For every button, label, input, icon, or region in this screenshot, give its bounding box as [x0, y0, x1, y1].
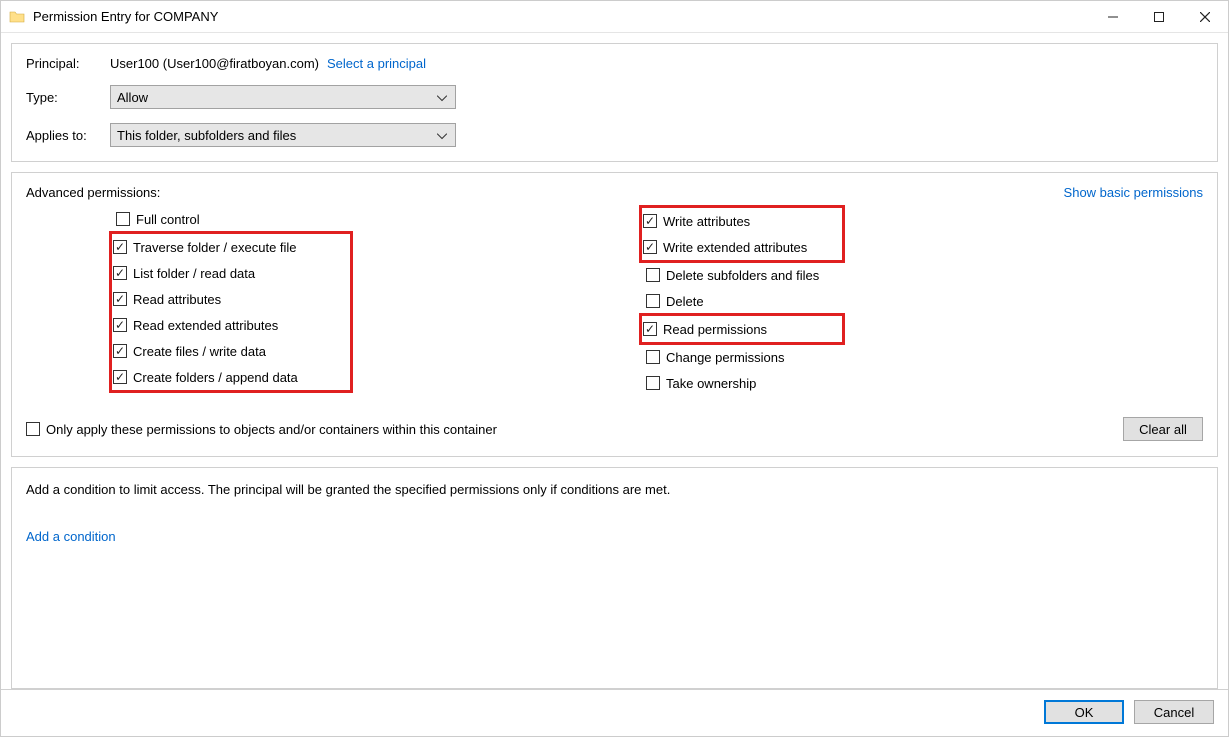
clear-all-button[interactable]: Clear all	[1123, 417, 1203, 441]
cancel-label: Cancel	[1154, 705, 1194, 720]
principal-value: User100 (User100@firatboyan.com)	[110, 56, 319, 71]
applies-to-dropdown[interactable]: This folder, subfolders and files	[110, 123, 456, 147]
highlight-right-read-permissions: Read permissions	[639, 313, 845, 345]
chevron-down-icon	[437, 128, 447, 143]
checkbox[interactable]	[113, 266, 127, 280]
add-condition-link[interactable]: Add a condition	[26, 529, 116, 544]
select-principal-link[interactable]: Select a principal	[327, 56, 426, 71]
permissions-heading: Advanced permissions:	[26, 185, 160, 200]
checkbox[interactable]	[643, 240, 657, 254]
perm-label: Create files / write data	[133, 344, 266, 359]
condition-text: Add a condition to limit access. The pri…	[26, 482, 1203, 497]
checkbox[interactable]	[113, 370, 127, 384]
window: Permission Entry for COMPANY Principal: …	[0, 0, 1229, 737]
perm-label: Traverse folder / execute file	[133, 240, 297, 255]
perm-write-attributes[interactable]: Write attributes	[642, 208, 842, 234]
perm-label: Read attributes	[133, 292, 221, 307]
perm-traverse-folder[interactable]: Traverse folder / execute file	[112, 234, 350, 260]
ok-label: OK	[1075, 705, 1094, 720]
perm-label: Take ownership	[666, 376, 756, 391]
highlight-right-group-top: Write attributes Write extended attribut…	[639, 205, 845, 263]
perm-delete-subfolders[interactable]: Delete subfolders and files	[642, 262, 842, 288]
chevron-down-icon	[437, 90, 447, 105]
checkbox[interactable]	[26, 422, 40, 436]
checkbox[interactable]	[113, 292, 127, 306]
perm-label: Create folders / append data	[133, 370, 298, 385]
perm-full-control[interactable]: Full control	[112, 206, 612, 232]
perm-change-permissions[interactable]: Change permissions	[642, 344, 842, 370]
cancel-button[interactable]: Cancel	[1134, 700, 1214, 724]
clear-all-label: Clear all	[1139, 422, 1187, 437]
show-basic-permissions-link[interactable]: Show basic permissions	[1064, 185, 1203, 200]
perm-label: Write attributes	[663, 214, 750, 229]
checkbox[interactable]	[646, 268, 660, 282]
perm-label: Write extended attributes	[663, 240, 807, 255]
type-label: Type:	[26, 90, 110, 105]
checkbox[interactable]	[646, 294, 660, 308]
perm-label: Delete subfolders and files	[666, 268, 819, 283]
perm-create-files[interactable]: Create files / write data	[112, 338, 350, 364]
dialog-buttons: OK Cancel	[1, 689, 1228, 736]
type-dropdown-value: Allow	[117, 90, 148, 105]
permissions-panel: Advanced permissions: Show basic permiss…	[11, 172, 1218, 457]
checkbox[interactable]	[646, 376, 660, 390]
permissions-column-left: Full control Traverse folder / execute f…	[112, 206, 612, 396]
perm-take-ownership[interactable]: Take ownership	[642, 370, 842, 396]
applies-to-label: Applies to:	[26, 128, 110, 143]
perm-label: List folder / read data	[133, 266, 255, 281]
perm-label: Change permissions	[666, 350, 785, 365]
perm-label: Full control	[136, 212, 200, 227]
perm-delete[interactable]: Delete	[642, 288, 842, 314]
condition-panel: Add a condition to limit access. The pri…	[11, 467, 1218, 689]
checkbox[interactable]	[643, 322, 657, 336]
perm-label: Read extended attributes	[133, 318, 278, 333]
checkbox[interactable]	[646, 350, 660, 364]
window-title: Permission Entry for COMPANY	[33, 9, 1090, 24]
checkbox[interactable]	[113, 240, 127, 254]
folder-icon	[9, 9, 25, 25]
checkbox[interactable]	[643, 214, 657, 228]
perm-read-attributes[interactable]: Read attributes	[112, 286, 350, 312]
type-dropdown[interactable]: Allow	[110, 85, 456, 109]
perm-write-extended-attributes[interactable]: Write extended attributes	[642, 234, 842, 260]
perm-label: Delete	[666, 294, 704, 309]
checkbox[interactable]	[113, 344, 127, 358]
window-buttons	[1090, 1, 1228, 32]
highlight-left-group: Traverse folder / execute file List fold…	[109, 231, 353, 393]
titlebar: Permission Entry for COMPANY	[1, 1, 1228, 33]
perm-create-folders[interactable]: Create folders / append data	[112, 364, 350, 390]
close-button[interactable]	[1182, 1, 1228, 32]
perm-list-folder[interactable]: List folder / read data	[112, 260, 350, 286]
applies-to-dropdown-value: This folder, subfolders and files	[117, 128, 296, 143]
minimize-button[interactable]	[1090, 1, 1136, 32]
permissions-column-right: Write attributes Write extended attribut…	[642, 206, 842, 396]
maximize-button[interactable]	[1136, 1, 1182, 32]
ok-button[interactable]: OK	[1044, 700, 1124, 724]
only-apply-label: Only apply these permissions to objects …	[46, 422, 497, 437]
checkbox[interactable]	[113, 318, 127, 332]
checkbox[interactable]	[116, 212, 130, 226]
perm-label: Read permissions	[663, 322, 767, 337]
principal-panel: Principal: User100 (User100@firatboyan.c…	[11, 43, 1218, 162]
perm-read-permissions[interactable]: Read permissions	[642, 316, 842, 342]
only-apply-checkbox-row[interactable]: Only apply these permissions to objects …	[26, 416, 497, 442]
perm-read-extended-attributes[interactable]: Read extended attributes	[112, 312, 350, 338]
principal-label: Principal:	[26, 56, 110, 71]
client-area: Principal: User100 (User100@firatboyan.c…	[1, 33, 1228, 689]
